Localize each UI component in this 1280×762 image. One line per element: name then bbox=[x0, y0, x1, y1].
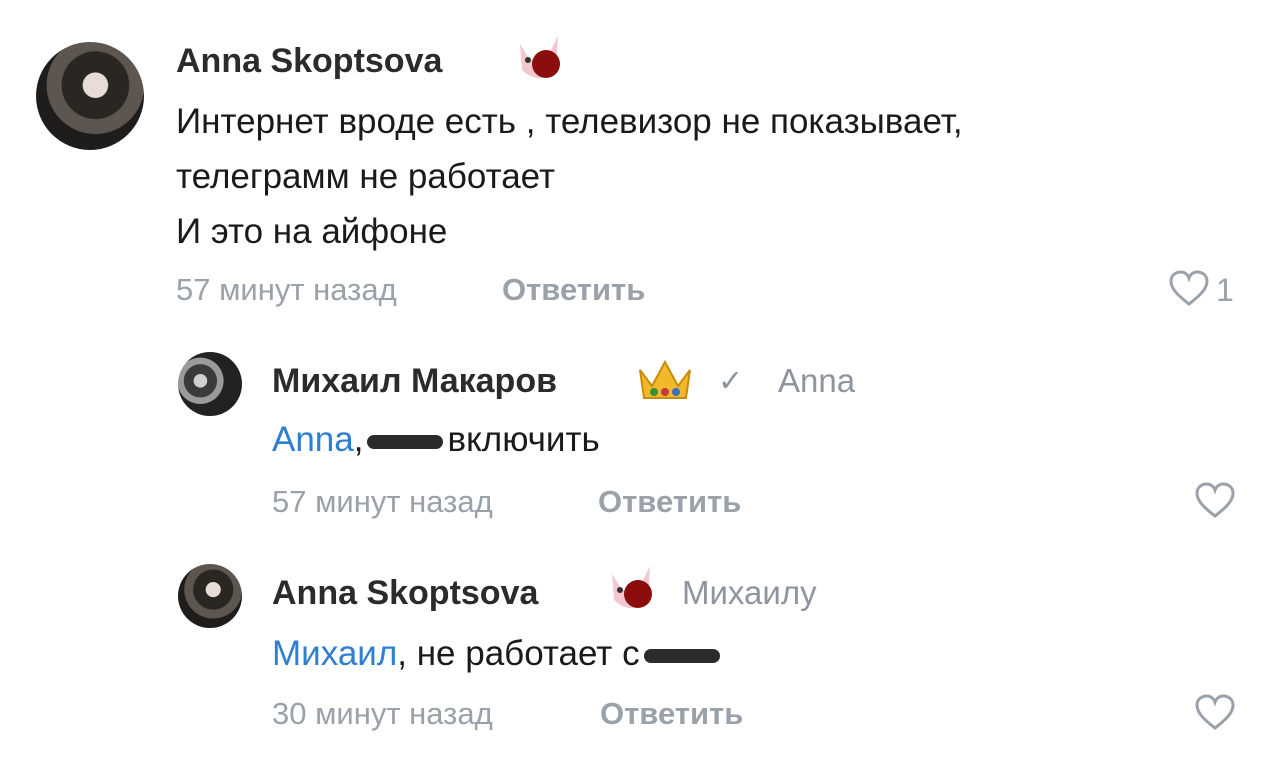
reply-button[interactable]: Ответить bbox=[502, 272, 645, 308]
mention-link[interactable]: Anna bbox=[272, 420, 354, 459]
comment-text: Anna, включить bbox=[272, 412, 600, 467]
comment-text: Интернет вроде есть , телевизор не показ… bbox=[176, 94, 963, 259]
timestamp: 57 минут назад bbox=[272, 484, 493, 519]
text-line: И это на айфоне bbox=[176, 212, 448, 251]
timestamp: 57 минут назад bbox=[176, 272, 397, 307]
redacted-mark bbox=[643, 648, 720, 663]
like-count: 1 bbox=[1216, 272, 1234, 308]
avatar[interactable] bbox=[178, 352, 242, 416]
cat-emoji-icon bbox=[520, 36, 560, 78]
comment-body: включить bbox=[447, 420, 600, 459]
reply-to-name[interactable]: Михаилу bbox=[682, 574, 817, 612]
cat-emoji-icon bbox=[612, 566, 652, 608]
author-name[interactable]: Anna Skoptsova bbox=[272, 574, 538, 613]
reply-button[interactable]: Ответить bbox=[600, 696, 743, 732]
avatar[interactable] bbox=[178, 564, 242, 628]
comment-text: Михаил, не работает с bbox=[272, 626, 724, 681]
timestamp: 30 минут назад bbox=[272, 696, 493, 731]
text-line: Интернет вроде есть , телевизор не показ… bbox=[176, 102, 963, 141]
author-name[interactable]: Anna Skoptsova bbox=[176, 42, 442, 81]
verified-check-icon: ✓ bbox=[718, 365, 744, 398]
redacted-mark bbox=[367, 434, 444, 449]
avatar[interactable] bbox=[36, 42, 144, 150]
text-line: телеграмм не работает bbox=[176, 157, 556, 196]
heart-icon[interactable] bbox=[1194, 694, 1236, 732]
author-name[interactable]: Михаил Макаров bbox=[272, 362, 557, 401]
heart-icon[interactable] bbox=[1168, 270, 1210, 308]
mention-link[interactable]: Михаил bbox=[272, 634, 397, 673]
reply-to-name[interactable]: Anna bbox=[778, 362, 855, 400]
comma: , bbox=[353, 420, 364, 459]
crown-emoji-icon bbox=[639, 359, 691, 399]
reply-button[interactable]: Ответить bbox=[598, 484, 741, 520]
heart-icon[interactable] bbox=[1194, 482, 1236, 520]
comment-body: , не работает с bbox=[397, 634, 640, 673]
